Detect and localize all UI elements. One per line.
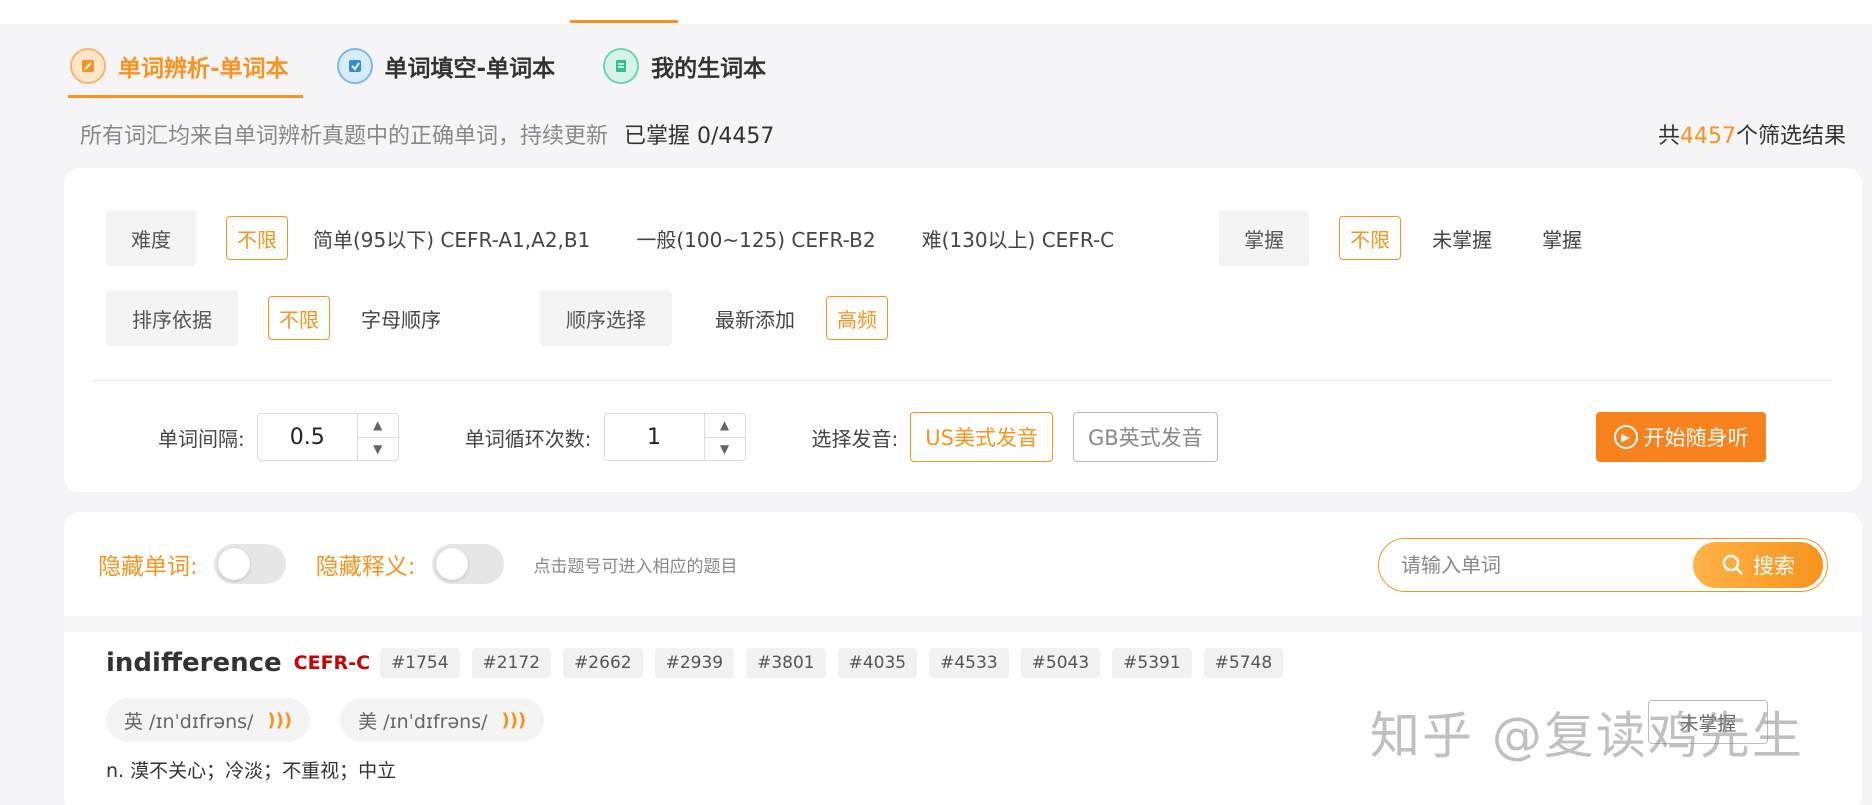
hide-meaning-label: 隐藏释义: [315,554,416,580]
total-prefix: 共 [1657,124,1680,149]
play-icon: ▶ [1613,425,1638,449]
mastery-option-mastered[interactable]: 掌握 [1531,216,1593,260]
mastered-count: 已掌握 0/4457 [624,124,775,149]
playback-controls: 单词间隔: 0.5 ▲ ▼ 单词循环次数: 1 ▲ ▼ 选择发音: US美式发音… [158,412,1218,462]
mastery-option-any[interactable]: 不限 [1339,216,1402,260]
toggle-knob [217,548,250,580]
question-tag[interactable]: #4035 [837,648,918,678]
mark-mastered-button[interactable]: 未掌握 [1648,700,1768,744]
chevron-up-icon[interactable]: ▲ [704,414,745,438]
interval-arrows: ▲ ▼ [357,414,398,461]
entry-separator [64,616,1862,632]
hide-word-label: 隐藏单词: [98,554,198,580]
gb-voice-button[interactable]: GB英式发音 [1072,412,1218,462]
tab-bar: 单词辨析-单词本 单词填空-单词本 我的生词本 [68,44,814,98]
tab-label: 我的生词本 [651,56,767,82]
total-count: 4457 [1679,124,1736,149]
difficulty-option-easy[interactable]: 简单(95以下) CEFR-A1,A2,B1 [302,216,601,260]
start-label: 开始随身听 [1643,426,1749,450]
uk-phonetic[interactable]: 英 /ɪnˈdɪfrəns/ ))) [106,698,311,742]
filter-divider [92,380,1832,381]
word-meaning: n. 漠不关心；冷淡；不重视；中立 [106,760,397,782]
word-analysis-icon [70,48,106,84]
filter-card: 难度 不限 简单(95以下) CEFR-A1,A2,B1 一般(100~125)… [64,168,1862,492]
order-option-newest[interactable]: 最新添加 [704,296,806,340]
chevron-up-icon[interactable]: ▲ [357,414,398,438]
question-tag[interactable]: #4533 [929,648,1009,678]
question-tag[interactable]: #3801 [746,648,826,678]
toggle-bar: 隐藏单词: 隐藏释义: 点击题号可进入相应的题目 [98,544,738,584]
tab-word-analysis[interactable]: 单词辨析-单词本 [68,44,303,98]
voice-label: 选择发音: [811,426,899,451]
question-tag[interactable]: #2172 [471,648,552,678]
cefr-level-badge: CEFR-C [293,652,371,674]
loops-label: 单词循环次数: [464,426,592,451]
speaker-icon[interactable]: ))) [267,710,292,731]
question-tag[interactable]: #5748 [1203,648,1284,678]
result-total: 共4457个筛选结果 [1658,118,1846,150]
sort-option-any[interactable]: 不限 [268,296,330,340]
tab-label: 单词辨析-单词本 [118,56,289,82]
question-tag[interactable]: #2662 [563,648,643,678]
sort-option-alphabetical[interactable]: 字母顺序 [350,296,452,340]
word-line: indifference CEFR-C #1754 #2172 #2662 #2… [106,642,1826,684]
word-fill-icon [336,48,373,84]
start-listening-button[interactable]: ▶ 开始随身听 [1596,412,1766,462]
speaker-icon[interactable]: ))) [502,710,527,731]
us-voice-button[interactable]: US美式发音 [910,412,1053,462]
difficulty-row: 难度 不限 简单(95以下) CEFR-A1,A2,B1 一般(100~125)… [106,210,1593,266]
mastery-option-unmastered[interactable]: 未掌握 [1421,216,1503,260]
toggle-knob [435,548,468,580]
interval-stepper[interactable]: 0.5 ▲ ▼ [256,413,399,461]
mastery-label: 掌握 [1219,210,1310,266]
search-icon [1722,554,1743,575]
tab-my-notebook[interactable]: 我的生词本 [603,44,766,88]
word-text: indifference [106,648,282,678]
word-entry: indifference CEFR-C #1754 #2172 #2662 #2… [106,642,1826,805]
subtitle-line: 所有词汇均来自单词辨析真题中的正确单词，持续更新 已掌握 0/4457 [80,118,774,150]
vocab-description: 所有词汇均来自单词辨析真题中的正确单词，持续更新 [80,124,609,149]
loops-stepper[interactable]: 1 ▲ ▼ [603,413,746,461]
us-phonetic-text: 美 /ɪnˈdɪfrəns/ [358,710,488,733]
top-bar-accent [570,20,678,23]
sort-row: 排序依据 不限 字母顺序 顺序选择 最新添加 高频 [106,290,888,346]
interval-value[interactable]: 0.5 [258,414,358,460]
loops-arrows: ▲ ▼ [704,414,745,461]
us-phonetic[interactable]: 美 /ɪnˈdɪfrəns/ ))) [340,698,545,742]
search-button[interactable]: 搜索 [1693,542,1823,588]
hide-word-toggle[interactable] [213,544,286,584]
question-tag[interactable]: #5043 [1020,648,1101,678]
notebook-icon [603,48,640,84]
uk-phonetic-text: 英 /ɪnˈdɪfrəns/ [124,710,254,733]
hide-meaning-toggle[interactable] [431,544,504,584]
hint-text: 点击题号可进入相应的题目 [533,556,738,577]
tab-label: 单词填空-单词本 [384,56,556,82]
top-bar [0,0,1872,24]
total-suffix: 个筛选结果 [1735,124,1846,149]
search-label: 搜索 [1753,554,1795,578]
difficulty-option-hard[interactable]: 难(130以上) CEFR-C [911,216,1126,260]
search-box: 搜索 [1378,538,1828,592]
search-input[interactable] [1379,553,1693,577]
difficulty-option-medium[interactable]: 一般(100~125) CEFR-B2 [625,216,886,260]
phonetics-line: 英 /ɪnˈdɪfrəns/ ))) 美 /ɪnˈdɪfrəns/ ))) [106,698,1826,742]
word-list-card: 隐藏单词: 隐藏释义: 点击题号可进入相应的题目 搜索 indifference… [64,512,1862,805]
order-option-frequent[interactable]: 高频 [826,296,888,340]
order-label: 顺序选择 [540,290,672,346]
interval-label: 单词间隔: [158,426,245,451]
difficulty-label: 难度 [106,210,196,266]
question-tag[interactable]: #1754 [380,648,460,678]
sort-by-label: 排序依据 [106,290,238,346]
chevron-down-icon[interactable]: ▼ [358,438,398,461]
difficulty-option-any[interactable]: 不限 [226,216,288,260]
question-tag[interactable]: #2939 [654,648,735,678]
loops-value[interactable]: 1 [605,414,705,460]
question-tag[interactable]: #5391 [1112,648,1192,678]
tab-word-fill[interactable]: 单词填空-单词本 [336,44,556,88]
chevron-down-icon[interactable]: ▼ [705,438,745,461]
